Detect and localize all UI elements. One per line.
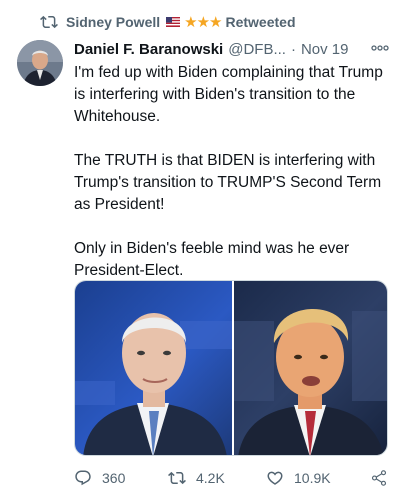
retweet-icon	[168, 471, 186, 485]
author-handle[interactable]: @DFB...	[228, 41, 286, 58]
us-flag-icon	[166, 17, 181, 27]
tweet-media[interactable]	[74, 280, 388, 456]
tweet-date[interactable]: Nov 19	[301, 41, 349, 58]
more-icon[interactable]	[370, 40, 390, 56]
tweet-paragraph: I'm fed up with Biden complaining that T…	[74, 64, 383, 125]
retweet-icon	[40, 15, 58, 29]
retweet-context[interactable]: Sidney Powell ★★★ Retweeted	[40, 12, 296, 32]
like-button[interactable]: 10.9K	[266, 469, 331, 487]
share-icon	[371, 470, 387, 486]
tweet-paragraph: Only in Biden's feeble mind was he ever …	[74, 240, 350, 279]
share-button[interactable]	[370, 469, 398, 487]
heart-icon	[267, 471, 283, 485]
retweeted-label: Retweeted	[225, 14, 296, 30]
retweet-count: 4.2K	[196, 470, 225, 486]
tweet-header: Daniel F. Baranowski @DFB... · Nov 19	[74, 38, 394, 60]
separator-dot: ·	[290, 40, 296, 58]
tweet-text: I'm fed up with Biden complaining that T…	[74, 62, 394, 304]
avatar-image	[17, 40, 63, 86]
media-photo-right[interactable]	[232, 281, 387, 455]
person-photo-right	[234, 308, 387, 455]
like-count: 10.9K	[294, 470, 331, 486]
author-name[interactable]: Daniel F. Baranowski	[74, 41, 223, 58]
reply-icon	[75, 470, 91, 486]
tweet-actions: 360 4.2K 10.9K	[74, 466, 394, 490]
avatar[interactable]	[17, 40, 63, 86]
person-photo-left	[75, 313, 232, 455]
tweet-paragraph: The TRUTH is that BIDEN is interfering w…	[74, 152, 382, 213]
retweet-button[interactable]: 4.2K	[168, 469, 225, 487]
reply-count: 360	[102, 470, 126, 486]
star-emoji-icons: ★★★	[184, 14, 222, 31]
retweeter-name[interactable]: Sidney Powell	[66, 14, 160, 30]
reply-button[interactable]: 360	[74, 469, 125, 487]
media-photo-left[interactable]	[75, 281, 232, 455]
